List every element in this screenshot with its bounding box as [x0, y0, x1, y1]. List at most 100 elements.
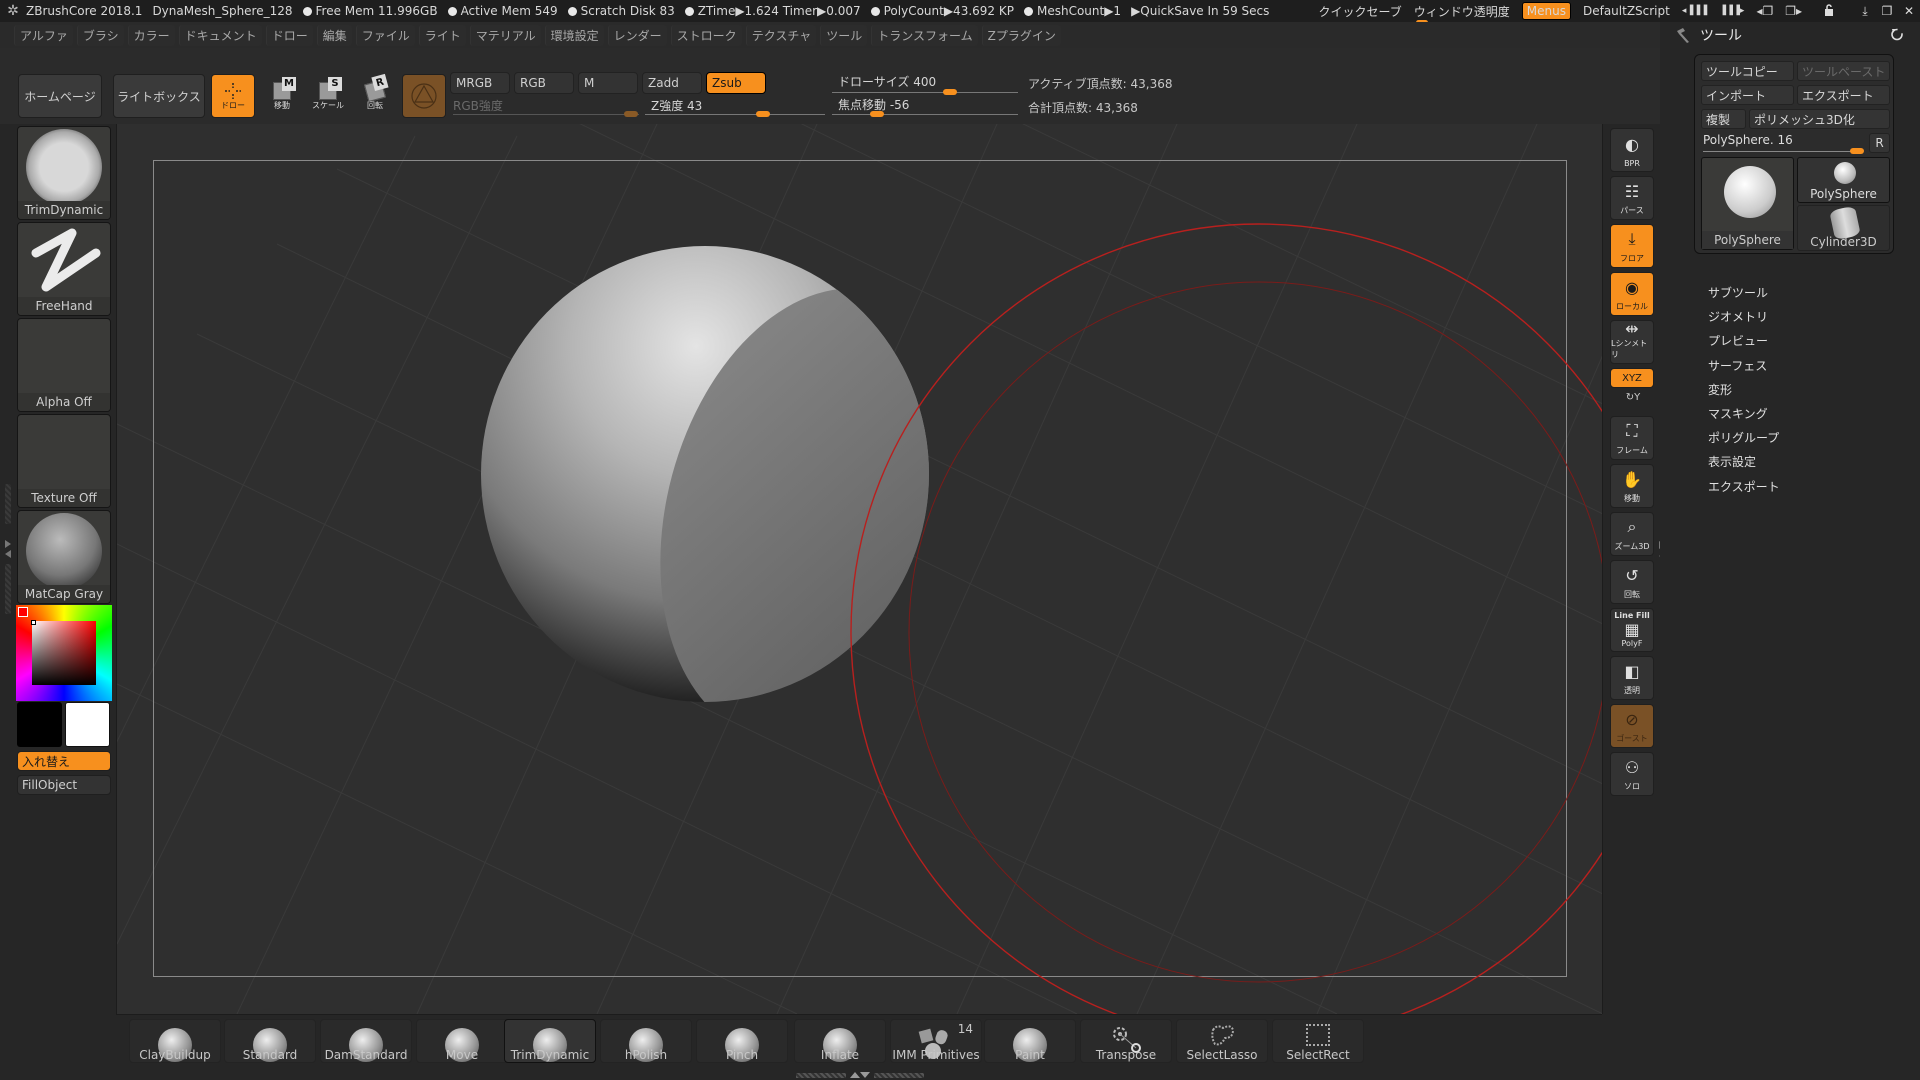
scale-mode-button[interactable]: S スケール: [308, 76, 348, 116]
menu-item[interactable]: カラー: [127, 24, 175, 46]
brush-hpolish[interactable]: hPolish: [600, 1019, 692, 1063]
subpalette-item[interactable]: サーフェス: [1708, 357, 1767, 374]
menu-item[interactable]: 環境設定: [544, 24, 604, 46]
quick-save-button[interactable]: クイックセーブ: [1318, 3, 1401, 20]
floor-button[interactable]: ⤓ フロア: [1610, 224, 1654, 268]
minimize-icon[interactable]: ⤓: [1854, 4, 1876, 19]
bottom-shelf-toggle[interactable]: [795, 1071, 925, 1079]
subpalette-item[interactable]: エクスポート: [1708, 478, 1780, 495]
texture-selector[interactable]: Texture Off: [17, 414, 111, 508]
subpalette-item[interactable]: ジオメトリ: [1708, 308, 1768, 325]
move-button[interactable]: ✋ 移動: [1610, 464, 1654, 508]
brush-damstandard[interactable]: DamStandard: [320, 1019, 412, 1063]
window-transparency-slider[interactable]: ウィンドウ透明度: [1413, 3, 1510, 25]
xyz-rotate-button[interactable]: XYZ: [1610, 368, 1654, 388]
subpalette-item[interactable]: プレビュー: [1708, 332, 1768, 349]
left-scroll-handle[interactable]: [5, 564, 11, 614]
make-polymesh-button[interactable]: ポリメッシュ3D化: [1749, 109, 1890, 129]
brush-selectrect[interactable]: SelectRect: [1272, 1019, 1364, 1063]
main-color-swatch[interactable]: [17, 702, 62, 747]
swap-colors-button[interactable]: 入れ替え: [17, 751, 111, 771]
brush-paint[interactable]: Paint: [984, 1019, 1076, 1063]
draw-size-knob[interactable]: [943, 89, 957, 95]
menu-item[interactable]: Zプラグイン: [981, 24, 1061, 46]
symmetry-button[interactable]: ⇹ Lシンメトリ: [1610, 319, 1654, 364]
secondary-color-swatch[interactable]: [65, 702, 110, 747]
stroke-selector[interactable]: FreeHand: [17, 222, 111, 316]
subpalette-item[interactable]: サブツール: [1708, 284, 1768, 301]
focal-shift-knob[interactable]: [870, 111, 884, 117]
material-selector[interactable]: MatCap Gray: [17, 510, 111, 604]
menu-item[interactable]: トランスフォーム: [871, 24, 978, 46]
menu-item[interactable]: 編集: [316, 24, 352, 46]
local-button[interactable]: ◉ ローカル: [1610, 272, 1654, 316]
brush-standard[interactable]: Standard: [224, 1019, 316, 1063]
paste-tool-button[interactable]: ツールペースト: [1797, 61, 1890, 81]
brush-transpose[interactable]: Transpose: [1080, 1019, 1172, 1063]
color-picker-sv-square[interactable]: [32, 621, 96, 685]
rgb-intensity-track[interactable]: [453, 114, 639, 115]
move-mode-button[interactable]: M 移動: [262, 76, 302, 116]
rgb-button[interactable]: RGB: [514, 72, 574, 94]
menu-item[interactable]: アルファ: [14, 24, 73, 46]
rotate-mode-button[interactable]: R 回転: [355, 73, 395, 116]
left-scroll-handle[interactable]: [5, 484, 11, 524]
color-picker-cursor[interactable]: [31, 620, 36, 625]
solo-button[interactable]: ⚇ ソロ: [1610, 752, 1654, 796]
menu-item[interactable]: ファイル: [355, 24, 415, 46]
ghost-button[interactable]: ⊘ ゴースト: [1610, 704, 1654, 748]
brush-move[interactable]: Move: [416, 1019, 508, 1063]
tool-slider-knob[interactable]: [1850, 148, 1864, 154]
current-tool-thumbnail[interactable]: PolySphere: [1701, 157, 1794, 250]
menus-toggle-button[interactable]: Menus: [1521, 2, 1571, 20]
color-scheme-prev-icon[interactable]: ◂❐: [1756, 4, 1773, 18]
z-intensity-track[interactable]: [645, 114, 825, 115]
subpalette-item[interactable]: 表示設定: [1708, 453, 1756, 470]
menu-item[interactable]: レンダー: [607, 24, 667, 46]
polypaint-toggle-button[interactable]: [402, 74, 446, 118]
menu-item[interactable]: ストローク: [670, 24, 742, 46]
brush-pinch[interactable]: Pinch: [696, 1019, 788, 1063]
zsub-button[interactable]: Zsub: [706, 72, 766, 94]
color-scheme-next-icon[interactable]: ❐▸: [1785, 4, 1802, 18]
mrgb-button[interactable]: MRGB: [450, 72, 510, 94]
brush-trimdynamic[interactable]: TrimDynamic: [504, 1019, 596, 1063]
color-picker-hue-ring[interactable]: [16, 605, 112, 701]
perspective-button[interactable]: ☷ パース: [1610, 176, 1654, 220]
focal-shift-track[interactable]: [832, 114, 1018, 115]
rotate-button[interactable]: ↺ 回転: [1610, 560, 1654, 604]
menu-item[interactable]: テクスチャ: [745, 24, 817, 46]
import-button[interactable]: インポート: [1701, 85, 1794, 105]
close-icon[interactable]: ✕: [1898, 4, 1920, 18]
document-canvas[interactable]: [116, 124, 1602, 1014]
alpha-selector[interactable]: Alpha Off: [17, 318, 111, 412]
polyframe-button[interactable]: Line Fill ▦ PolyF: [1610, 608, 1654, 652]
brush-imm-primitives[interactable]: 14 IMM Primitives: [890, 1019, 982, 1063]
copy-tool-button[interactable]: ツールコピー: [1701, 61, 1794, 81]
fill-object-button[interactable]: FillObject: [17, 775, 111, 795]
rotate-y-axis-button[interactable]: ↻Y: [1623, 392, 1643, 408]
layout-next-icon[interactable]: ▐▐▐▸: [1719, 6, 1744, 16]
home-page-button[interactable]: ホームページ: [18, 74, 102, 118]
default-zscript-button[interactable]: DefaultZScript: [1583, 4, 1670, 18]
draw-size-track[interactable]: [832, 92, 1018, 93]
subpalette-item[interactable]: 変形: [1708, 381, 1732, 398]
subpalette-item[interactable]: ポリグループ: [1708, 429, 1779, 446]
menu-item[interactable]: ブラシ: [76, 24, 124, 46]
export-button[interactable]: エクスポート: [1797, 85, 1890, 105]
lock-icon[interactable]: [1818, 3, 1840, 19]
tool-slider-track[interactable]: [1703, 151, 1853, 152]
zoom3d-button[interactable]: ⌕ ズーム3D: [1610, 512, 1654, 556]
collapse-left-icon[interactable]: [4, 539, 12, 559]
reset-palette-icon[interactable]: [1890, 27, 1904, 41]
menu-item[interactable]: ドロー: [265, 24, 313, 46]
transparent-button[interactable]: ◧ 透明: [1610, 656, 1654, 700]
r-button[interactable]: R: [1869, 133, 1890, 153]
menu-item[interactable]: ツール: [820, 24, 868, 46]
subpalette-item[interactable]: マスキング: [1708, 405, 1768, 422]
tool-palette-header[interactable]: ツール: [1660, 22, 1920, 48]
brush-selector[interactable]: TrimDynamic: [17, 126, 111, 220]
draw-mode-button[interactable]: ドロー: [211, 74, 255, 118]
bpr-button[interactable]: ◐ BPR: [1610, 128, 1654, 172]
tool-thumb-polysphere[interactable]: PolySphere: [1797, 157, 1890, 203]
